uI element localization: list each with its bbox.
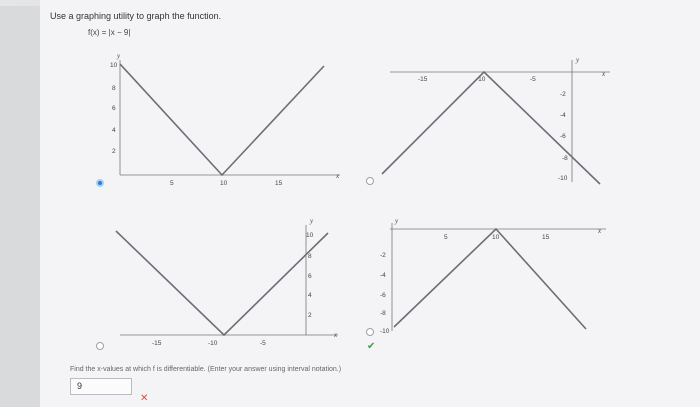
- y-tick: 4: [308, 292, 312, 299]
- radio-option-2[interactable]: [366, 177, 374, 185]
- y-tick: 6: [308, 273, 312, 280]
- graph-option-3: y x -15 -10 -5 10 8 6 4 2: [115, 217, 338, 347]
- y-axis-label: y: [309, 217, 314, 225]
- graph-option-1: y x 5 10 15 10 8 6 4 2: [110, 52, 340, 187]
- y-tick: 10: [110, 62, 118, 69]
- x-axis-label: x: [597, 227, 602, 235]
- y-tick: -8: [380, 310, 386, 317]
- y-tick: -10: [558, 175, 568, 182]
- incorrect-x-icon: ✕: [140, 393, 149, 404]
- graph-line: [381, 70, 601, 185]
- radio-option-1[interactable]: [96, 179, 104, 187]
- correct-check-icon: ✔: [367, 341, 376, 352]
- y-tick: -2: [380, 252, 386, 259]
- graph-option-2: y x -15 -10 -5 -2 -4 -6 -8 -10: [381, 56, 610, 185]
- x-tick: -15: [152, 340, 162, 347]
- graph-line: [115, 230, 329, 337]
- y-tick: -10: [380, 328, 390, 335]
- y-tick: -2: [560, 91, 566, 98]
- x-tick: -5: [260, 340, 266, 347]
- function-text: f(x) = |x − 9|: [88, 28, 131, 37]
- radio-option-4[interactable]: [366, 328, 374, 336]
- y-tick: 4: [112, 127, 116, 134]
- x-tick: 10: [492, 234, 500, 241]
- graph-line: [119, 63, 325, 177]
- x-tick: 15: [275, 180, 283, 187]
- y-axis-label: y: [116, 52, 121, 60]
- y-tick: 8: [308, 253, 312, 260]
- y-tick: -8: [562, 155, 568, 162]
- y-tick: 2: [308, 312, 312, 319]
- y-tick: -4: [380, 272, 386, 279]
- x-tick: -10: [208, 340, 218, 347]
- x-axis-label: x: [335, 172, 340, 180]
- answer-input[interactable]: 9: [70, 378, 132, 395]
- x-tick: 5: [444, 234, 448, 241]
- y-axis-label: y: [575, 56, 580, 64]
- x-tick: 5: [170, 180, 174, 187]
- x-tick: -15: [418, 76, 428, 83]
- radio-option-3[interactable]: [96, 342, 104, 350]
- graph-option-4: y x 5 10 15 -2 -4 -6 -8 -10: [380, 217, 606, 335]
- graph-line: [393, 227, 587, 330]
- y-tick: -6: [560, 133, 566, 140]
- y-tick: 10: [306, 232, 314, 239]
- differentiable-prompt: Find the x-values at which f is differen…: [70, 366, 342, 373]
- y-tick: 6: [112, 105, 116, 112]
- y-tick: -4: [560, 112, 566, 119]
- y-tick: 8: [112, 85, 116, 92]
- question-text: Use a graphing utility to graph the func…: [50, 11, 222, 21]
- y-tick: -6: [380, 292, 386, 299]
- y-axis-label: y: [394, 217, 399, 225]
- x-tick: 15: [542, 234, 550, 241]
- y-tick: 2: [112, 148, 116, 155]
- x-tick: 10: [220, 180, 228, 187]
- x-axis-label: x: [601, 70, 606, 78]
- x-tick: -5: [530, 76, 536, 83]
